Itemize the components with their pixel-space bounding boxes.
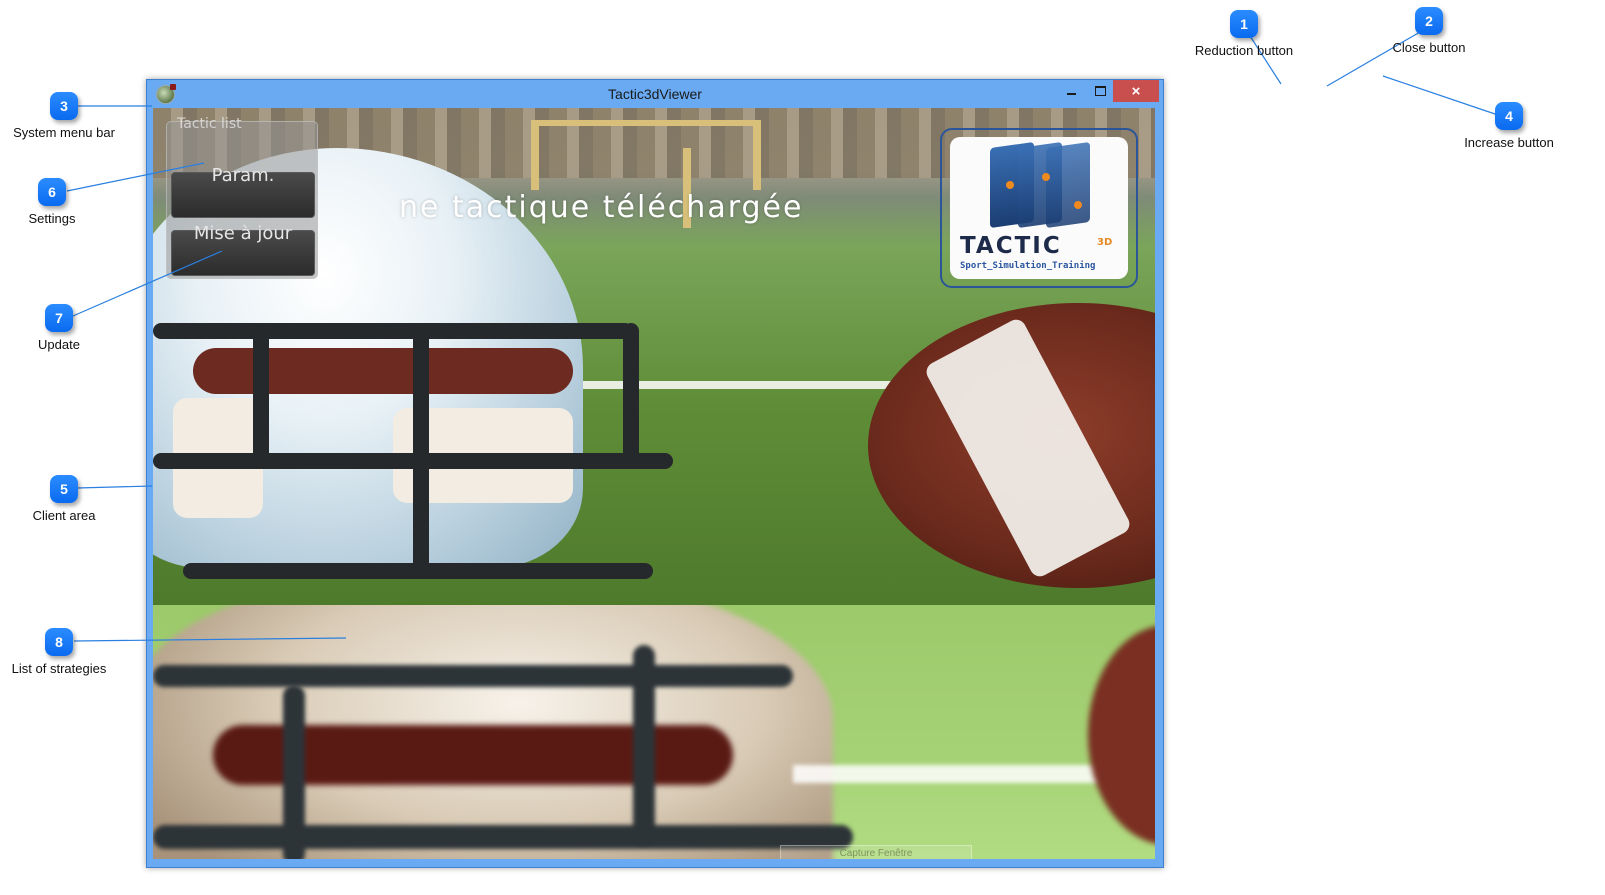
- strategy-list-area[interactable]: [153, 605, 1155, 859]
- minimize-button[interactable]: [1059, 80, 1083, 102]
- facemask-bar: [253, 323, 269, 468]
- goalpost-left: [531, 120, 539, 190]
- logo-wordmark: TACTIC: [960, 233, 1062, 259]
- param-button-label: Param.: [211, 165, 275, 186]
- facemask-bar: [153, 323, 633, 339]
- facemask-bar: [413, 323, 429, 573]
- callout-5: 5: [50, 475, 78, 503]
- callout-7: 7: [45, 304, 73, 332]
- leader-5: [76, 485, 153, 489]
- callout-8: 8: [45, 628, 73, 656]
- minimize-icon: [1066, 93, 1076, 95]
- goalpost-right: [753, 120, 761, 190]
- client-area[interactable]: ne tactique téléchargée Tactic list Para…: [153, 108, 1155, 859]
- param-button[interactable]: Param.: [171, 165, 315, 218]
- update-button[interactable]: Mise à jour: [171, 223, 315, 276]
- capture-window-label: Capture Fenêtre: [780, 845, 972, 859]
- tactic3d-logo: TACTIC 3D Sport_Simulation_Training: [940, 128, 1138, 288]
- update-button-label: Mise à jour: [193, 223, 293, 244]
- callout-label-settings: Settings: [28, 211, 76, 226]
- blurred-mask-bar: [153, 665, 793, 687]
- logo-graphic: [990, 141, 1110, 229]
- window-title: Tactic3dViewer: [608, 86, 702, 102]
- settings-panel: Tactic list Param. Mise à jour: [166, 116, 318, 279]
- callout-label-increase-button: Increase button: [1464, 135, 1554, 150]
- blurred-mask-bar: [153, 825, 853, 849]
- app-window: Tactic3dViewer × ne tactique téléchargée…: [146, 79, 1164, 868]
- blurred-football: [1088, 625, 1155, 845]
- logo-dot: [1042, 173, 1050, 181]
- logo-tagline: Sport_Simulation_Training: [960, 261, 1096, 271]
- logo-card: TACTIC 3D Sport_Simulation_Training: [950, 137, 1128, 279]
- maximize-icon: [1094, 86, 1106, 96]
- callout-label-reduction-button: Reduction button: [1194, 43, 1294, 58]
- logo-3d: 3D: [1097, 237, 1113, 248]
- tactic-list-title: Tactic list: [177, 116, 242, 132]
- close-button[interactable]: ×: [1113, 80, 1159, 102]
- callout-label-close-button: Close button: [1392, 40, 1466, 55]
- callout-1: 1: [1230, 10, 1258, 38]
- goalpost: [531, 120, 761, 126]
- facemask-bar: [623, 323, 639, 463]
- title-bar[interactable]: Tactic3dViewer ×: [147, 80, 1163, 108]
- blurred-mask-bar: [633, 645, 655, 845]
- leader-4: [1382, 75, 1496, 115]
- close-icon: ×: [1131, 82, 1141, 100]
- callout-label-system-menu-bar: System menu bar: [13, 125, 115, 140]
- callout-4: 4: [1495, 102, 1523, 130]
- helmet-stripe: [193, 348, 573, 394]
- tactic-status-text: ne tactique téléchargée: [399, 190, 804, 225]
- callout-label-client-area: Client area: [32, 508, 96, 523]
- logo-dot: [1006, 181, 1014, 189]
- callout-3: 3: [50, 92, 78, 120]
- callout-2: 2: [1415, 7, 1443, 35]
- callout-6: 6: [38, 178, 66, 206]
- callout-label-list-of-strategies: List of strategies: [11, 661, 107, 676]
- maximize-button[interactable]: [1087, 80, 1113, 102]
- callout-label-update: Update: [38, 337, 80, 352]
- logo-panel: [1046, 141, 1090, 229]
- logo-dot: [1074, 201, 1082, 209]
